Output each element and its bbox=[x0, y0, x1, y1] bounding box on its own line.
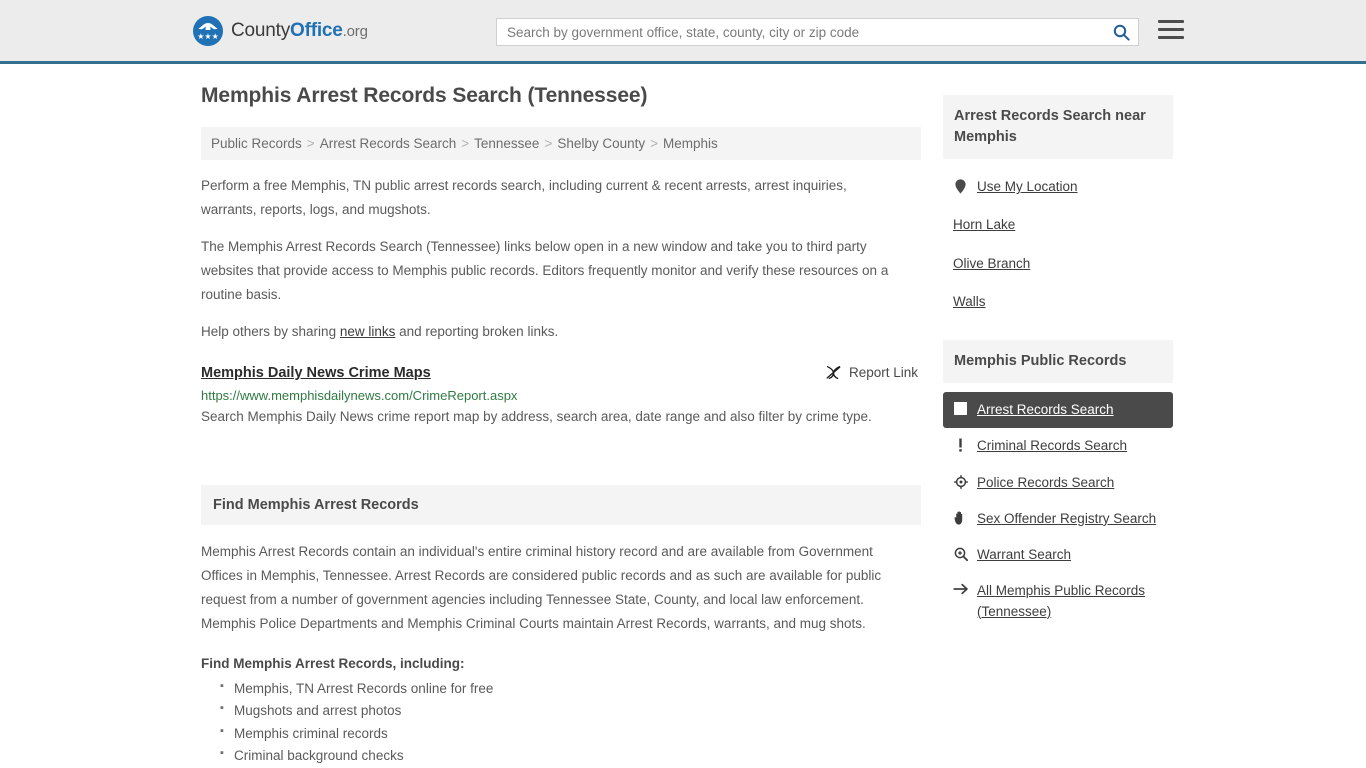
result-description: Search Memphis Daily News crime report m… bbox=[201, 409, 872, 425]
sidebar-item-label: Olive Branch bbox=[953, 255, 1031, 271]
sidebar-card-public-records: Memphis Public Records Arrest Records Se… bbox=[943, 340, 1173, 630]
sidebar-item-label: Walls bbox=[953, 293, 986, 309]
sidebar-item-label: Warrant Search bbox=[977, 547, 1072, 563]
sidebar-near-list: Use My Location Horn Lake Olive Branch W… bbox=[943, 159, 1173, 321]
sidebar-item-label: Horn Lake bbox=[953, 217, 1016, 233]
result-item: Memphis Daily News Crime Maps Report Lin… bbox=[201, 365, 921, 429]
map-pin-icon bbox=[953, 177, 968, 194]
list-item: Criminal background checks bbox=[220, 745, 921, 767]
sidebar-item-olive-branch[interactable]: Olive Branch bbox=[943, 245, 1173, 283]
sidebar-item-label: All Memphis Public Records (Tennessee) bbox=[977, 583, 1146, 619]
intro-paragraph-3: Help others by sharing new links and rep… bbox=[201, 320, 901, 344]
stars-decoration: ★★★ bbox=[197, 31, 219, 41]
logo-wordmark: CountyOffice.org bbox=[231, 20, 368, 42]
logo-org-text: .org bbox=[342, 22, 368, 40]
page-container: Memphis Arrest Records Search (Tennessee… bbox=[193, 64, 1173, 768]
sidebar-near-heading: Arrest Records Search near Memphis bbox=[943, 95, 1173, 160]
result-url: https://www.memphisdailynews.com/CrimeRe… bbox=[201, 388, 518, 404]
sidebar-item-label: Sex Offender Registry Search bbox=[977, 510, 1157, 526]
hamburger-bar bbox=[1158, 28, 1184, 31]
sidebar-item-walls[interactable]: Walls bbox=[943, 283, 1173, 321]
section-body-text: Memphis Arrest Records contain an indivi… bbox=[201, 544, 882, 632]
intro-section: Perform a free Memphis, TN public arrest… bbox=[193, 174, 921, 344]
sidebar-item-label: Criminal Records Search bbox=[977, 438, 1128, 454]
breadcrumb-separator: > bbox=[650, 136, 659, 151]
breadcrumb-separator: > bbox=[461, 136, 470, 151]
id-card-icon bbox=[953, 400, 968, 416]
sidebar-item-label: Arrest Records Search bbox=[977, 402, 1114, 418]
main-column: Memphis Arrest Records Search (Tennessee… bbox=[193, 84, 921, 768]
hamburger-bar bbox=[1158, 36, 1184, 39]
report-link-button[interactable]: Report Link bbox=[825, 365, 921, 380]
sidebar-item-police-records-search[interactable]: Police Records Search bbox=[943, 465, 1173, 501]
breadcrumb-item-arrest-records-search[interactable]: Arrest Records Search bbox=[320, 136, 457, 151]
breadcrumb-item-shelby-county[interactable]: Shelby County bbox=[557, 136, 645, 151]
intro-p3-after: and reporting broken links. bbox=[395, 324, 559, 340]
list-item: Memphis criminal records bbox=[220, 723, 921, 745]
search-bar[interactable] bbox=[496, 18, 1139, 46]
site-logo[interactable]: ★★★ CountyOffice.org bbox=[193, 15, 368, 46]
exclamation-icon bbox=[953, 436, 968, 452]
sidebar-item-arrest-records-search[interactable]: Arrest Records Search bbox=[943, 392, 1173, 429]
arrest-records-bullet-list: Memphis, TN Arrest Records online for fr… bbox=[201, 678, 921, 768]
sidebar-item-use-my-location[interactable]: Use My Location bbox=[943, 168, 1173, 206]
sidebar-item-criminal-records-search[interactable]: Criminal Records Search bbox=[943, 428, 1173, 464]
sidebar-public-records-heading: Memphis Public Records bbox=[943, 340, 1173, 384]
breadcrumb-item-public-records[interactable]: Public Records bbox=[211, 136, 302, 151]
sidebar-item-label: Use My Location bbox=[977, 179, 1078, 195]
hamburger-bar bbox=[1158, 20, 1184, 23]
breadcrumb-item-memphis[interactable]: Memphis bbox=[663, 136, 718, 151]
list-item: Memphis, TN Arrest Records online for fr… bbox=[220, 678, 921, 700]
intro-paragraph-1: Perform a free Memphis, TN public arrest… bbox=[201, 178, 847, 218]
logo-office-text: Office bbox=[290, 19, 343, 41]
page-title: Memphis Arrest Records Search (Tennessee… bbox=[201, 84, 648, 107]
result-title-link[interactable]: Memphis Daily News Crime Maps bbox=[201, 365, 431, 381]
intro-paragraph-2: The Memphis Arrest Records Search (Tenne… bbox=[201, 239, 889, 303]
list-item: Mugshots and arrest photos bbox=[220, 700, 921, 722]
sidebar-item-horn-lake[interactable]: Horn Lake bbox=[943, 206, 1173, 244]
hand-icon bbox=[953, 509, 968, 525]
sidebar-item-warrant-search[interactable]: Warrant Search bbox=[943, 537, 1173, 573]
search-input[interactable] bbox=[497, 19, 1104, 45]
breadcrumb: Public Records > Arrest Records Search > Ten… bbox=[201, 127, 921, 160]
sidebar-card-near: Arrest Records Search near Memphis Use M… bbox=[943, 95, 1173, 321]
site-header: ★★★ CountyOffice.org bbox=[0, 0, 1366, 64]
section-heading: Find Memphis Arrest Records bbox=[201, 485, 921, 526]
sidebar: Arrest Records Search near Memphis Use M… bbox=[943, 84, 1173, 649]
result-header: Memphis Daily News Crime Maps Report Lin… bbox=[201, 365, 921, 381]
sidebar-item-all-memphis-public-records[interactable]: All Memphis Public Records (Tennessee) bbox=[943, 573, 1173, 630]
sidebar-item-label: Police Records Search bbox=[977, 474, 1115, 490]
breadcrumb-item-tennessee[interactable]: Tennessee bbox=[474, 136, 539, 151]
search-icon bbox=[1113, 24, 1130, 41]
sidebar-item-sex-offender-registry-search[interactable]: Sex Offender Registry Search bbox=[943, 501, 1173, 537]
arrow-right-icon bbox=[953, 581, 968, 595]
breadcrumb-separator: > bbox=[306, 136, 315, 151]
hamburger-menu-icon[interactable] bbox=[1158, 20, 1184, 39]
sidebar-public-records-list: Arrest Records Search Criminal Records S… bbox=[943, 383, 1173, 630]
broken-link-icon bbox=[826, 366, 841, 380]
intro-p3-before: Help others by sharing bbox=[201, 324, 340, 340]
logo-county-text: County bbox=[231, 19, 291, 41]
eagle-seal-icon: ★★★ bbox=[193, 15, 223, 46]
section-sub-heading: Find Memphis Arrest Records, including: bbox=[201, 656, 465, 672]
report-link-label: Report Link bbox=[848, 365, 918, 381]
search-button[interactable] bbox=[1104, 19, 1138, 45]
police-badge-icon bbox=[953, 473, 968, 489]
breadcrumb-separator: > bbox=[544, 136, 553, 151]
magnifier-plus-icon bbox=[953, 545, 968, 562]
new-links-link[interactable]: new links bbox=[340, 324, 396, 339]
